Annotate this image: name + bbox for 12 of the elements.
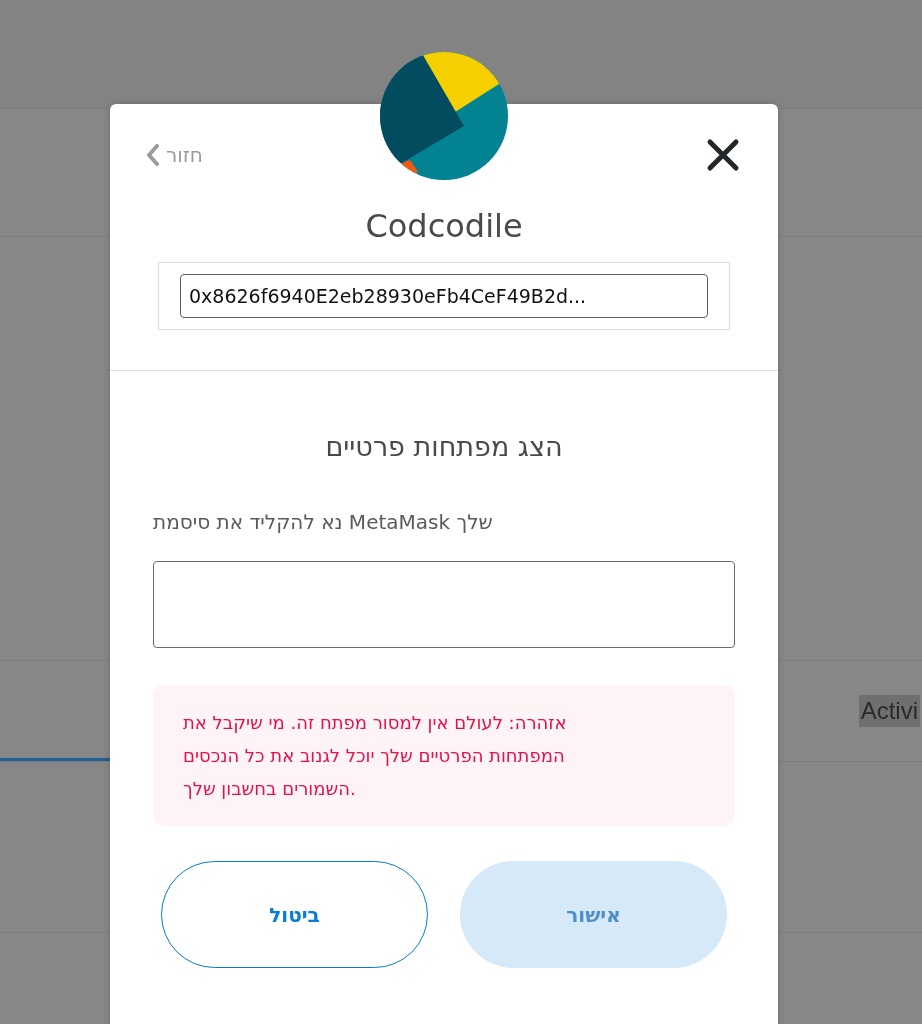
address-field[interactable]: 0x8626f6940E2eb28930eFb4CeF49B2d... [180, 274, 708, 318]
warning-message: אזהרה: לעולם אין למסור מפתח זה. מי שיקבל את המפתחות הפרטיים שלך יוכל לגנוב את כל הנכסים השמורים בחשבון שלך. [153, 685, 735, 826]
account-name: Codcodile [364, 206, 524, 246]
dialog-heading: הצג מפתחות פרטיים [324, 430, 564, 464]
password-label: נא להקליד את סיסמת MetaMask שלך [153, 509, 494, 536]
cancel-button[interactable]: ביטול [161, 861, 428, 968]
back-button[interactable]: חזור [146, 143, 203, 167]
tab[interactable]: Activi [858, 695, 920, 727]
close-icon [706, 138, 740, 172]
chevron-left-icon [146, 144, 160, 166]
close-button[interactable] [706, 138, 740, 172]
password-field[interactable] [153, 561, 735, 648]
